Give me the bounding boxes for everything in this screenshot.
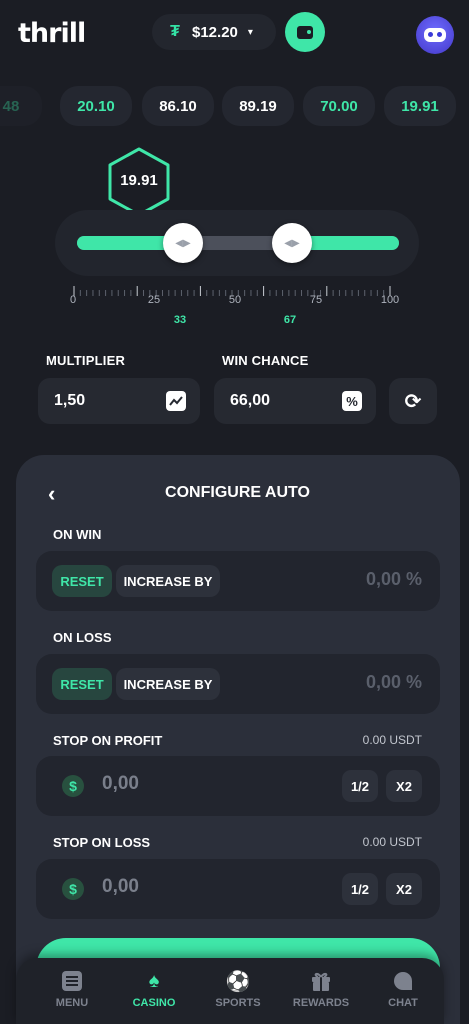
scale-label: 0: [69, 294, 77, 306]
spade-icon: ♠: [148, 969, 160, 992]
stop-profit-half-button[interactable]: 1/2: [342, 770, 378, 802]
avatar[interactable]: [416, 16, 454, 54]
on-loss-label: ON LOSS: [53, 630, 112, 645]
balance-amount: $12.20: [192, 23, 238, 41]
stop-loss-input[interactable]: 0,00: [102, 876, 139, 898]
on-win-row: RESET INCREASE BY 0,00 %: [36, 551, 440, 611]
tether-icon: ₮: [170, 23, 180, 40]
range-high-label: 67: [283, 314, 297, 326]
bottom-nav: MENU ♠ CASINO ⚽ SPORTS REWARDS CHAT: [16, 958, 444, 1024]
nav-chat-label: CHAT: [388, 997, 418, 1009]
history-chip: 89.19: [222, 86, 294, 126]
on-loss-reset-button[interactable]: RESET: [52, 668, 112, 700]
history-chip: 86.10: [142, 86, 214, 126]
on-loss-increase-button[interactable]: INCREASE BY: [116, 668, 220, 700]
nav-menu-label: MENU: [55, 997, 89, 1009]
stop-profit-double-button[interactable]: X2: [386, 770, 422, 802]
on-win-reset-button[interactable]: RESET: [52, 565, 112, 597]
result-badge: 19.91: [105, 146, 173, 218]
panel-title: CONFIGURE AUTO: [165, 484, 310, 501]
thrill-logo[interactable]: thrill: [18, 18, 86, 49]
gift-icon: [281, 968, 361, 994]
scale-label: 25: [147, 294, 161, 306]
roll-history: 48 20.10 86.10 89.19 70.00 19.91: [0, 86, 469, 126]
nav-chat[interactable]: CHAT: [363, 968, 443, 1009]
percent-icon: %: [342, 391, 362, 411]
on-win-percent-input[interactable]: 0,00 %: [366, 569, 422, 590]
history-chip: 19.91: [384, 86, 456, 126]
wallet-icon: [297, 25, 313, 39]
multiplier-input[interactable]: 1,50: [38, 378, 200, 424]
refresh-icon: ⟳: [404, 390, 422, 413]
chat-bubble-icon: [363, 968, 443, 994]
on-loss-percent-input[interactable]: 0,00 %: [366, 672, 422, 693]
stop-loss-label: STOP ON LOSS: [53, 835, 151, 850]
swap-button[interactable]: ⟳: [389, 378, 437, 424]
stop-loss-double-button[interactable]: X2: [386, 873, 422, 905]
win-chance-label: WIN CHANCE: [222, 353, 309, 368]
nav-casino-label: CASINO: [132, 997, 176, 1009]
soccer-ball-icon: ⚽: [225, 970, 251, 993]
stop-profit-label: STOP ON PROFIT: [53, 733, 163, 748]
stop-loss-usdt: 0.00 USDT: [362, 835, 422, 849]
multiplier-label: MULTIPLIER: [46, 353, 126, 368]
nav-rewards[interactable]: REWARDS: [281, 968, 361, 1009]
stop-profit-input[interactable]: 0,00: [102, 773, 139, 795]
range-low-label: 33: [173, 314, 187, 326]
stop-loss-half-button[interactable]: 1/2: [342, 873, 378, 905]
on-win-label: ON WIN: [53, 527, 102, 542]
trend-icon: [166, 391, 186, 411]
nav-sports-label: SPORTS: [215, 997, 261, 1009]
on-loss-row: RESET INCREASE BY 0,00 %: [36, 654, 440, 714]
nav-menu[interactable]: MENU: [32, 968, 112, 1009]
win-chance-input[interactable]: 66,00 %: [214, 378, 376, 424]
dollar-icon: $: [62, 878, 84, 900]
stop-profit-usdt: 0.00 USDT: [362, 733, 422, 747]
menu-icon: [32, 968, 112, 994]
range-slider: ◀▶ ◀▶: [55, 210, 419, 276]
scale-label: 100: [380, 294, 400, 306]
scale-label: 50: [228, 294, 242, 306]
chevron-down-icon: ▾: [247, 26, 253, 38]
stop-profit-row: $ 0,00 1/2 X2: [36, 756, 440, 816]
scale-label: 75: [309, 294, 323, 306]
wallet-button[interactable]: [285, 12, 325, 52]
slider-handle-low[interactable]: ◀▶: [163, 223, 203, 263]
history-chip: 48: [0, 86, 42, 126]
scale-labels: 0 25 50 75 100: [60, 294, 410, 308]
multiplier-value: 1,50: [54, 392, 86, 409]
nav-casino[interactable]: ♠ CASINO: [114, 968, 194, 1010]
history-chip: 20.10: [60, 86, 132, 126]
robot-avatar-icon: [424, 28, 446, 42]
history-chip: 70.00: [303, 86, 375, 126]
top-bar: thrill ₮ $12.20 ▾: [0, 0, 469, 70]
slider-handle-high[interactable]: ◀▶: [272, 223, 312, 263]
nav-rewards-label: REWARDS: [292, 997, 350, 1009]
win-chance-value: 66,00: [230, 392, 271, 409]
on-win-increase-button[interactable]: INCREASE BY: [116, 565, 220, 597]
balance-selector[interactable]: ₮ $12.20 ▾: [152, 14, 276, 50]
nav-sports[interactable]: ⚽ SPORTS: [198, 968, 278, 1010]
dollar-icon: $: [62, 775, 84, 797]
slider-track: [77, 236, 399, 250]
stop-loss-row: $ 0,00 1/2 X2: [36, 859, 440, 919]
result-value: 19.91: [120, 172, 158, 189]
